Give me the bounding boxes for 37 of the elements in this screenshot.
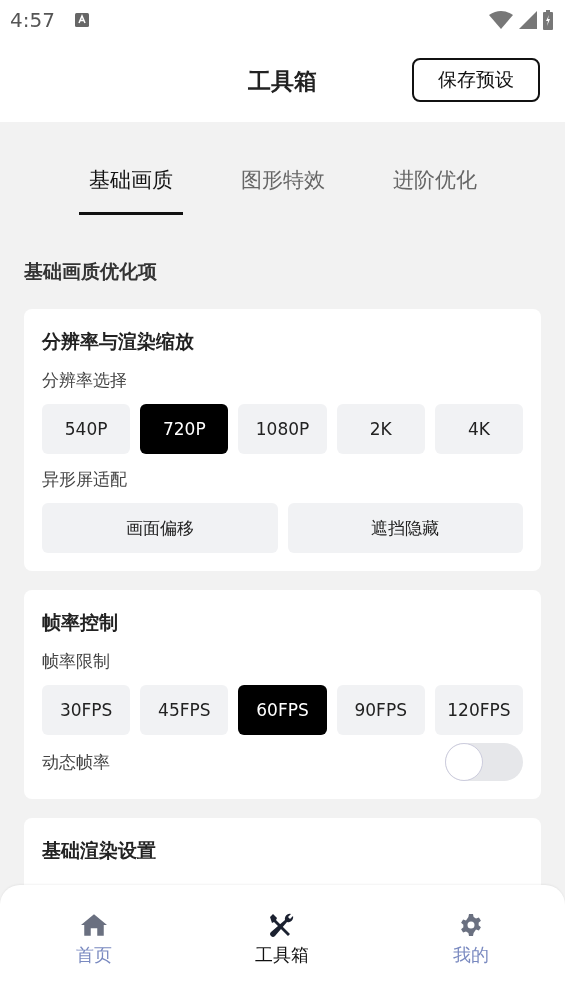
card-title: 帧率控制 <box>42 610 119 635</box>
option-button[interactable]: 2K <box>336 404 425 454</box>
save-preset-button[interactable]: 保存预设 <box>412 58 540 102</box>
option-button[interactable]: 画面偏移 <box>42 503 278 553</box>
card-title: 基础渲染设置 <box>42 838 157 863</box>
nav-item[interactable]: 工具箱 <box>188 913 377 967</box>
option-button[interactable]: 1080P <box>238 404 327 454</box>
keyboard-notification-icon <box>74 13 89 27</box>
battery-icon <box>543 10 553 30</box>
section-title: 基础画质优化项 <box>24 259 158 284</box>
option-button[interactable]: 540P <box>42 404 131 454</box>
option-button[interactable]: 120FPS <box>434 685 523 735</box>
setting-label: 动态帧率 <box>42 750 110 774</box>
option-button[interactable]: 45FPS <box>140 685 229 735</box>
toggle-switch[interactable] <box>445 743 523 781</box>
option-button[interactable]: 60FPS <box>238 685 327 735</box>
tools-icon <box>270 913 295 937</box>
option-button[interactable]: 30FPS <box>42 685 131 735</box>
settings-icon <box>458 913 483 937</box>
status-time: 4:57 <box>10 8 55 32</box>
setting-label: 帧率限制 <box>42 650 111 673</box>
tab[interactable]: 进阶优化 <box>382 162 487 215</box>
setting-label: 分辨率选择 <box>42 369 128 392</box>
option-button[interactable]: 4K <box>434 404 523 454</box>
wifi-icon <box>489 11 513 29</box>
card-title: 分辨率与渲染缩放 <box>42 329 195 354</box>
tab[interactable]: 图形特效 <box>230 162 335 215</box>
option-button[interactable]: 遮挡隐藏 <box>287 503 523 553</box>
setting-label: 异形屏适配 <box>42 468 128 491</box>
page-title: 工具箱 <box>248 66 317 96</box>
home-icon <box>81 913 108 937</box>
nav-item[interactable]: 首页 <box>0 913 189 967</box>
option-button[interactable]: 720P <box>140 404 229 454</box>
option-button[interactable]: 90FPS <box>336 685 425 735</box>
tab[interactable]: 基础画质 <box>78 162 183 215</box>
nav-item[interactable]: 我的 <box>376 913 565 967</box>
signal-icon <box>519 11 537 29</box>
